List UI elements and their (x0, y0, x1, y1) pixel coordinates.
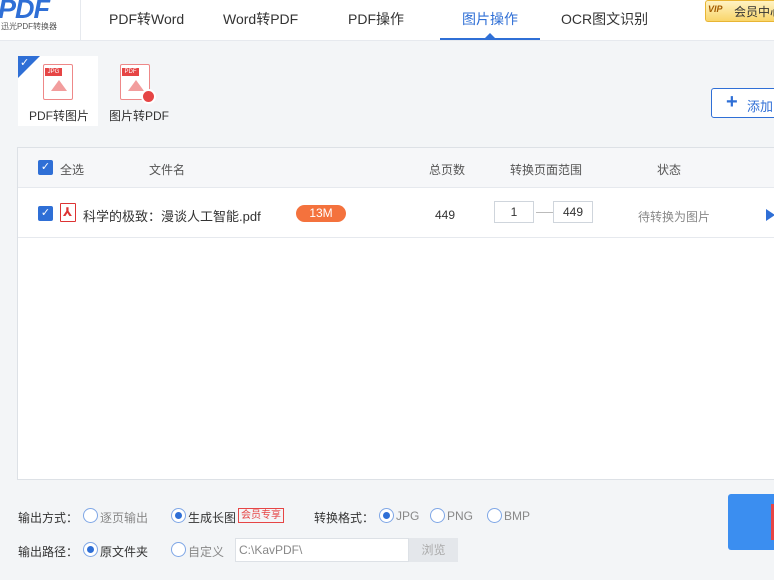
header-status: 状态 (657, 163, 682, 177)
nav-tab-image-operations[interactable]: 图片操作 (462, 9, 518, 29)
radio-label-long-image[interactable]: 生成长图 (188, 509, 236, 526)
nav-tab-word-to-pdf[interactable]: Word转PDF (223, 9, 298, 29)
row-checkbox[interactable]: ✓ (38, 206, 53, 221)
top-nav-bar: PDF 迅光PDF转换器 PDF转Word Word转PDF PDF操作 图片操… (0, 0, 774, 41)
play-icon[interactable] (766, 209, 774, 221)
mode-label-image-to-pdf: 图片转PDF (109, 109, 170, 123)
mode-label-pdf-to-image: PDF转图片 (29, 109, 90, 123)
active-tab-caret (485, 33, 495, 38)
radio-label-custom-path[interactable]: 自定义 (188, 543, 224, 560)
member-center-button[interactable]: VIP 会员中心 (705, 0, 774, 22)
pdf-to-image-icon: JPG (43, 64, 73, 100)
add-files-button[interactable]: + 添加 (711, 88, 774, 118)
table-row[interactable]: ✓ ⅄ 科学的极致：漫谈人工智能.pdf 13M 449 1 449 待转换为图… (18, 189, 774, 238)
radio-original-folder[interactable] (83, 542, 98, 557)
vip-icon: VIP (708, 4, 723, 14)
mode-image-to-pdf[interactable]: PDF 图片转PDF (100, 56, 180, 126)
browse-button[interactable]: 浏览 (409, 538, 458, 562)
radio-label-png[interactable]: PNG (447, 509, 473, 523)
radio-custom-path[interactable] (171, 542, 186, 557)
radio-label-jpg[interactable]: JPG (396, 509, 419, 523)
file-list-panel: ✓ 全选 文件名 总页数 转换页面范围 状态 ✓ ⅄ 科学的极致：漫谈人工智能.… (17, 147, 774, 480)
range-separator (536, 212, 554, 213)
pdf-file-icon: ⅄ (60, 203, 76, 222)
start-convert-button[interactable] (728, 494, 774, 550)
app-logo: PDF 迅光PDF转换器 (0, 0, 70, 40)
format-label: 转换格式： (314, 511, 375, 525)
nav-tab-ocr[interactable]: OCR图文识别 (561, 9, 648, 29)
mode-selector: ✓ JPG PDF转图片 PDF 图片转PDF (0, 41, 774, 127)
image-to-pdf-icon: PDF (120, 64, 156, 104)
add-files-label: 添加 (747, 99, 774, 114)
header-file-name: 文件名 (149, 163, 186, 177)
radio-label-page-by-page[interactable]: 逐页输出 (100, 509, 148, 526)
output-mode-label: 输出方式： (18, 511, 79, 525)
member-center-label: 会员中心 (734, 5, 774, 19)
output-path-input[interactable]: C:\KavPDF\ (235, 538, 409, 562)
radio-label-bmp[interactable]: BMP (504, 509, 530, 523)
header-total-pages: 总页数 (429, 163, 466, 177)
range-start-input[interactable]: 1 (494, 201, 534, 223)
table-header: ✓ 全选 文件名 总页数 转换页面范围 状态 (18, 148, 774, 188)
radio-long-image[interactable] (171, 508, 186, 523)
nav-divider (80, 0, 81, 40)
active-tab-indicator (440, 38, 540, 40)
nav-tab-pdf-to-word[interactable]: PDF转Word (109, 9, 184, 29)
file-name: 科学的极致：漫谈人工智能.pdf (83, 209, 261, 224)
vip-only-badge: 会员专享 (238, 508, 284, 523)
conversion-status: 待转换为图片 (638, 210, 711, 224)
radio-jpg[interactable] (379, 508, 394, 523)
range-end-input[interactable]: 449 (553, 201, 593, 223)
radio-label-original-folder[interactable]: 原文件夹 (100, 543, 148, 560)
select-all-checkbox[interactable]: ✓ (38, 160, 53, 175)
total-pages: 449 (435, 208, 456, 222)
radio-bmp[interactable] (487, 508, 502, 523)
nav-tab-pdf-operations[interactable]: PDF操作 (348, 9, 404, 29)
plus-icon: + (726, 91, 738, 113)
output-path-label: 输出路径： (18, 545, 79, 559)
logo-subtitle: 迅光PDF转换器 (1, 22, 57, 31)
mode-pdf-to-image[interactable]: ✓ JPG PDF转图片 (18, 56, 98, 126)
radio-page-by-page[interactable] (83, 508, 98, 523)
header-page-range: 转换页面范围 (510, 163, 583, 177)
header-select-all[interactable]: 全选 (60, 161, 84, 178)
check-icon: ✓ (20, 57, 30, 69)
file-size-badge: 13M (296, 205, 346, 222)
radio-png[interactable] (430, 508, 445, 523)
